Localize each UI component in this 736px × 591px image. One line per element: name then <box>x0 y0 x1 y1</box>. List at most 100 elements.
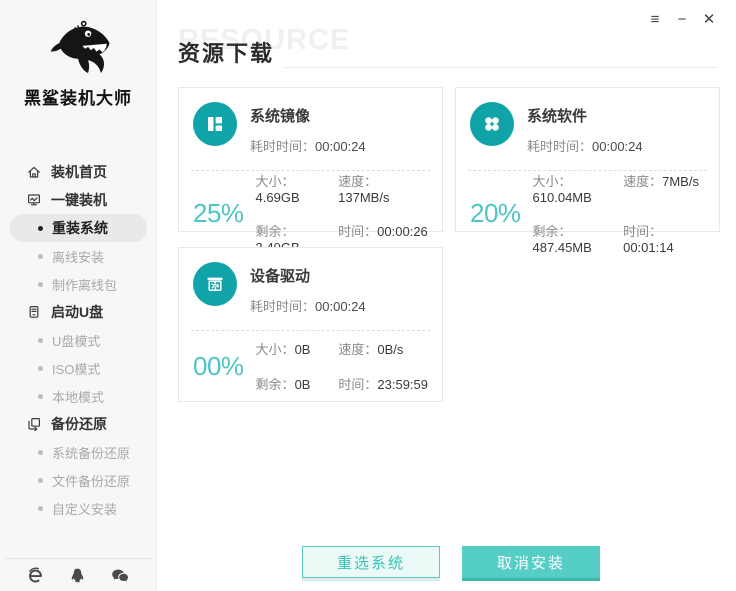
stat-speed: 速度：7MB/s <box>623 171 705 205</box>
stat-value: 0B <box>295 377 311 392</box>
sidebar-item-boot-usb[interactable]: 启动U盘 <box>0 298 156 326</box>
stat-value: 4.69GB <box>256 190 300 205</box>
elapsed-label: 耗时时间： <box>527 139 592 154</box>
sidebar-item-home[interactable]: 装机首页 <box>0 158 156 186</box>
main-content: ≡ − ✕ RESOURCE 资源下载 系统镜像 耗时时间：00:00:24 2… <box>158 0 736 591</box>
stat-value: 00:01:14 <box>623 240 674 255</box>
stat-value: 0B <box>295 342 311 357</box>
card-device-driver: 设备驱动 耗时时间：00:00:24 00% 大小：0B 速度：0B/s 剩余：… <box>178 247 443 402</box>
stat-label: 剩余： <box>533 224 572 239</box>
sidebar-item-label: 制作离线包 <box>52 275 117 294</box>
stat-value: 00:00:26 <box>377 224 428 239</box>
social-bar <box>5 558 151 591</box>
sidebar-item-label: 系统备份还原 <box>52 443 130 462</box>
stat-value: 487.45MB <box>533 240 592 255</box>
stat-label: 时间： <box>338 224 377 239</box>
card-title: 系统软件 <box>527 102 643 126</box>
bullet-icon <box>38 366 43 371</box>
page-title: 资源下载 <box>178 36 274 68</box>
card-title: 设备驱动 <box>250 262 366 286</box>
sidebar-item-reinstall-system[interactable]: 重装系统 <box>10 214 147 242</box>
window-controls: ≡ − ✕ <box>646 10 718 28</box>
qq-icon[interactable] <box>70 567 85 583</box>
sidebar-item-label: 离线安装 <box>52 247 104 266</box>
progress-percent: 20% <box>470 198 521 229</box>
stat-size: 大小：4.69GB <box>256 171 339 205</box>
title-divider <box>284 67 718 68</box>
bullet-icon <box>38 338 43 343</box>
sidebar-nav: 装机首页 一键装机 重装系统 离线安装 制作离线包 <box>0 158 156 522</box>
sidebar-item-local-mode[interactable]: 本地模式 <box>0 382 156 410</box>
sidebar-item-label: 自定义安装 <box>52 499 117 518</box>
card-elapsed: 耗时时间：00:00:24 <box>250 296 366 315</box>
bullet-icon <box>38 506 43 511</box>
sidebar-item-label: U盘模式 <box>52 331 100 350</box>
stat-label: 时间： <box>338 377 377 392</box>
close-icon[interactable]: ✕ <box>700 10 718 28</box>
sidebar-item-label: 装机首页 <box>51 162 107 182</box>
stat-label: 时间： <box>623 224 662 239</box>
elapsed-value: 00:00:24 <box>315 139 366 154</box>
wechat-icon[interactable] <box>111 567 129 583</box>
sidebar-item-offline-install[interactable]: 离线安装 <box>0 242 156 270</box>
sidebar-item-label: 一键装机 <box>51 190 107 210</box>
sidebar-item-label: 备份还原 <box>51 414 107 434</box>
card-system-image: 系统镜像 耗时时间：00:00:24 25% 大小：4.69GB 速度：137M… <box>178 87 443 232</box>
stat-label: 剩余： <box>256 377 295 392</box>
bullet-icon <box>38 450 43 455</box>
usb-drive-icon <box>26 304 42 320</box>
backup-restore-icon <box>26 416 42 432</box>
home-icon <box>26 164 42 180</box>
menu-icon[interactable]: ≡ <box>646 10 664 28</box>
sidebar-item-file-backup-restore[interactable]: 文件备份还原 <box>0 466 156 494</box>
card-elapsed: 耗时时间：00:00:24 <box>250 136 366 155</box>
stat-time: 时间：00:01:14 <box>623 221 705 255</box>
stat-label: 大小： <box>533 174 572 189</box>
cancel-install-button[interactable]: 取消安装 <box>462 546 600 578</box>
stat-value: 0B/s <box>377 342 403 357</box>
sidebar-item-one-key-install[interactable]: 一键装机 <box>0 186 156 214</box>
bullet-icon <box>38 254 43 259</box>
stat-size: 大小：0B <box>256 339 311 358</box>
bullet-icon <box>38 478 43 483</box>
sidebar-item-label: 重装系统 <box>52 218 108 238</box>
card-stats: 大小：610.04MB 速度：7MB/s 剩余：487.45MB 时间：00:0… <box>533 171 705 255</box>
sidebar-item-usb-mode[interactable]: U盘模式 <box>0 326 156 354</box>
stat-label: 速度： <box>623 174 662 189</box>
sidebar-item-label: 启动U盘 <box>51 302 103 322</box>
app-name: 黑鲨装机大师 <box>0 84 156 109</box>
card-title: 系统镜像 <box>250 102 366 126</box>
windows-grid-icon <box>193 102 237 146</box>
stat-remaining: 剩余：487.45MB <box>533 221 624 255</box>
minimize-icon[interactable]: − <box>673 10 691 28</box>
reselect-system-button[interactable]: 重选系统 <box>302 546 440 578</box>
stat-value: 610.04MB <box>533 190 592 205</box>
card-elapsed: 耗时时间：00:00:24 <box>527 136 643 155</box>
sidebar-item-iso-mode[interactable]: ISO模式 <box>0 354 156 382</box>
bullet-icon <box>38 282 43 287</box>
sidebar-item-make-offline-package[interactable]: 制作离线包 <box>0 270 156 298</box>
elapsed-value: 00:00:24 <box>592 139 643 154</box>
ie-icon[interactable] <box>27 567 44 584</box>
stat-size: 大小：610.04MB <box>533 171 624 205</box>
sidebar-item-system-backup-restore[interactable]: 系统备份还原 <box>0 438 156 466</box>
stat-label: 大小： <box>256 174 295 189</box>
sidebar-item-label: ISO模式 <box>52 359 100 378</box>
stat-remaining: 剩余：0B <box>256 374 311 393</box>
stat-value: 23:59:59 <box>377 377 428 392</box>
stat-speed: 速度：0B/s <box>338 339 428 358</box>
stat-label: 速度： <box>338 342 377 357</box>
progress-percent: 00% <box>193 351 244 382</box>
stat-time: 时间：23:59:59 <box>338 374 428 393</box>
card-stats: 大小：0B 速度：0B/s 剩余：0B 时间：23:59:59 <box>256 339 428 393</box>
bullet-icon <box>38 394 43 399</box>
app-window: 黑鲨装机大师 装机首页 一键装机 重装系统 离线安装 <box>0 0 736 591</box>
monitor-chart-icon <box>26 192 42 208</box>
sidebar-item-backup-restore[interactable]: 备份还原 <box>0 410 156 438</box>
shark-logo-icon <box>35 14 121 82</box>
sidebar-item-custom-install[interactable]: 自定义安装 <box>0 494 156 522</box>
driver-gear-icon <box>193 262 237 306</box>
elapsed-label: 耗时时间： <box>250 139 315 154</box>
elapsed-value: 00:00:24 <box>315 299 366 314</box>
stat-speed: 速度：137MB/s <box>338 171 428 205</box>
